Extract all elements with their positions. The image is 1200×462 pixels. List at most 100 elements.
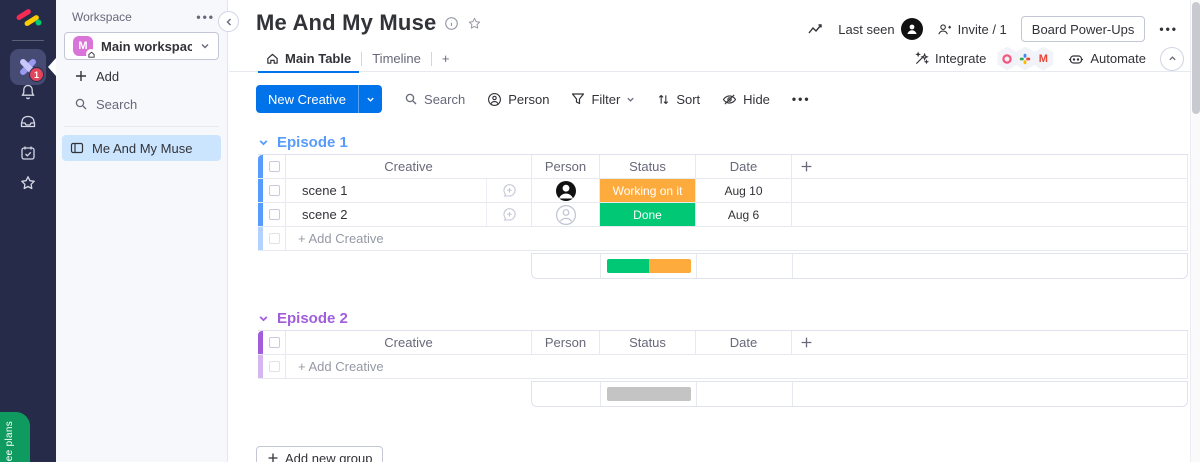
- tab-main-table[interactable]: Main Table: [256, 46, 361, 72]
- status-distribution-bar: [607, 387, 691, 401]
- see-plans-ribbon[interactable]: See plans: [0, 412, 30, 462]
- toolbar-filter[interactable]: Filter: [571, 92, 635, 107]
- new-item-button[interactable]: New Creative: [256, 85, 382, 113]
- creative-cell[interactable]: scene 2: [285, 203, 531, 226]
- board-info-icon[interactable]: [444, 16, 459, 31]
- status-cell[interactable]: Working on it: [599, 179, 695, 202]
- group-title-label[interactable]: Episode 1: [277, 134, 348, 151]
- last-seen[interactable]: Last seen: [838, 18, 922, 40]
- workspace-avatar: M: [73, 36, 93, 56]
- item-name[interactable]: scene 2: [286, 203, 486, 226]
- home-mini-icon: [86, 49, 96, 59]
- add-item-row[interactable]: + Add Creative: [258, 355, 1188, 379]
- sidebar-add-button[interactable]: Add: [64, 64, 219, 88]
- add-new-group-button[interactable]: Add new group: [256, 446, 383, 462]
- scrollbar-thumb[interactable]: [1192, 2, 1200, 114]
- person-column-header[interactable]: Person: [531, 155, 599, 178]
- person-column-header[interactable]: Person: [531, 331, 599, 354]
- group: Episode 1CreativePersonStatusDatescene 1…: [258, 130, 1200, 279]
- summary-date-cell: [696, 382, 792, 406]
- group-table: CreativePersonStatusDatescene 1Working o…: [258, 154, 1188, 251]
- row-checkbox[interactable]: [263, 179, 285, 202]
- column-header-row: CreativePersonStatusDate: [258, 155, 1188, 179]
- select-all-checkbox[interactable]: [263, 155, 285, 178]
- board-favorite-star-icon[interactable]: [467, 16, 482, 31]
- status-cell[interactable]: Done: [599, 203, 695, 226]
- add-update-icon[interactable]: [486, 179, 531, 202]
- status-column-header[interactable]: Status: [599, 155, 695, 178]
- add-item-label[interactable]: + Add Creative: [285, 355, 1187, 378]
- status-bar-segment: [607, 387, 691, 401]
- bell-icon[interactable]: [16, 80, 40, 104]
- summary-person-cell: [532, 382, 600, 406]
- my-work-calendar-icon[interactable]: [16, 141, 40, 165]
- funnel-icon: [571, 92, 585, 106]
- group-collapse-icon[interactable]: [258, 313, 269, 324]
- activity-icon[interactable]: [808, 23, 824, 35]
- add-update-icon[interactable]: [486, 203, 531, 226]
- group-collapse-icon[interactable]: [258, 137, 269, 148]
- date-column-header[interactable]: Date: [695, 155, 791, 178]
- summary-person-cell: [532, 254, 600, 278]
- integration-badges[interactable]: M: [1000, 47, 1054, 71]
- board-view: Me And My Muse Last seen: [229, 0, 1200, 462]
- sidebar-search[interactable]: Search: [64, 92, 219, 116]
- home-icon: [266, 52, 279, 65]
- person-cell[interactable]: [531, 179, 599, 202]
- collapse-header-button[interactable]: [1160, 47, 1184, 71]
- add-item-label[interactable]: + Add Creative: [285, 227, 1187, 250]
- sidebar-collapse-button[interactable]: [218, 11, 239, 32]
- status-column-header[interactable]: Status: [599, 331, 695, 354]
- robot-icon: [1068, 52, 1084, 66]
- board-power-ups-button[interactable]: Board Power-Ups: [1021, 16, 1146, 42]
- toolbar-more-icon[interactable]: •••: [792, 92, 811, 106]
- creative-column-header[interactable]: Creative: [285, 155, 531, 178]
- sidebar-board-item[interactable]: Me And My Muse: [62, 135, 221, 161]
- item-name[interactable]: scene 1: [286, 179, 486, 202]
- group-title-label[interactable]: Episode 2: [277, 310, 348, 327]
- date-cell[interactable]: Aug 10: [695, 179, 791, 202]
- creative-column-header[interactable]: Creative: [285, 331, 531, 354]
- board-menu-icon[interactable]: •••: [1159, 22, 1178, 36]
- toolbar-sort[interactable]: Sort: [657, 92, 700, 107]
- workspace-switcher[interactable]: M Main workspace: [64, 32, 219, 60]
- table-row: scene 2 DoneAug 6: [258, 203, 1188, 227]
- date-cell[interactable]: Aug 6: [695, 203, 791, 226]
- monday-board-app: 1 See plans: [0, 0, 1200, 462]
- invite-label: Invite / 1: [958, 22, 1007, 37]
- board-title[interactable]: Me And My Muse: [256, 10, 436, 36]
- integrate-button[interactable]: Integrate: [914, 51, 986, 66]
- group-color-bar: [258, 227, 263, 250]
- select-all-checkbox[interactable]: [263, 331, 285, 354]
- automate-button[interactable]: Automate: [1068, 51, 1146, 66]
- tab-add-view[interactable]: +: [432, 46, 460, 72]
- add-label: Add: [96, 69, 119, 84]
- page-scrollbar[interactable]: [1190, 0, 1200, 462]
- row-checkbox: [263, 227, 285, 250]
- search-icon: [404, 92, 418, 106]
- row-checkbox[interactable]: [263, 203, 285, 226]
- group-header: Episode 1: [258, 130, 1200, 154]
- favorites-star-icon[interactable]: [16, 171, 40, 195]
- empty-cell: [791, 179, 1187, 202]
- date-column-header[interactable]: Date: [695, 331, 791, 354]
- add-item-row[interactable]: + Add Creative: [258, 227, 1188, 251]
- toolbar-person-filter[interactable]: Person: [487, 92, 549, 107]
- add-column-button[interactable]: [791, 155, 1187, 178]
- person-cell[interactable]: [531, 203, 599, 226]
- inbox-icon[interactable]: [16, 110, 40, 134]
- add-column-button[interactable]: [791, 331, 1187, 354]
- monday-logo-icon[interactable]: [14, 8, 42, 30]
- sort-arrows-icon: [657, 93, 670, 106]
- column-header-row: CreativePersonStatusDate: [258, 331, 1188, 355]
- new-item-label[interactable]: New Creative: [256, 85, 358, 113]
- toolbar-hide[interactable]: Hide: [722, 92, 770, 107]
- toolbar-search[interactable]: Search: [404, 92, 465, 107]
- creative-cell[interactable]: scene 1: [285, 179, 531, 202]
- new-item-caret[interactable]: [358, 85, 382, 113]
- board-groups: Episode 1CreativePersonStatusDatescene 1…: [229, 114, 1200, 407]
- tab-timeline[interactable]: Timeline: [362, 46, 431, 72]
- workspace-menu-icon[interactable]: •••: [196, 10, 215, 24]
- summary-empty-cell: [792, 382, 1187, 406]
- invite-button[interactable]: Invite / 1: [937, 22, 1007, 37]
